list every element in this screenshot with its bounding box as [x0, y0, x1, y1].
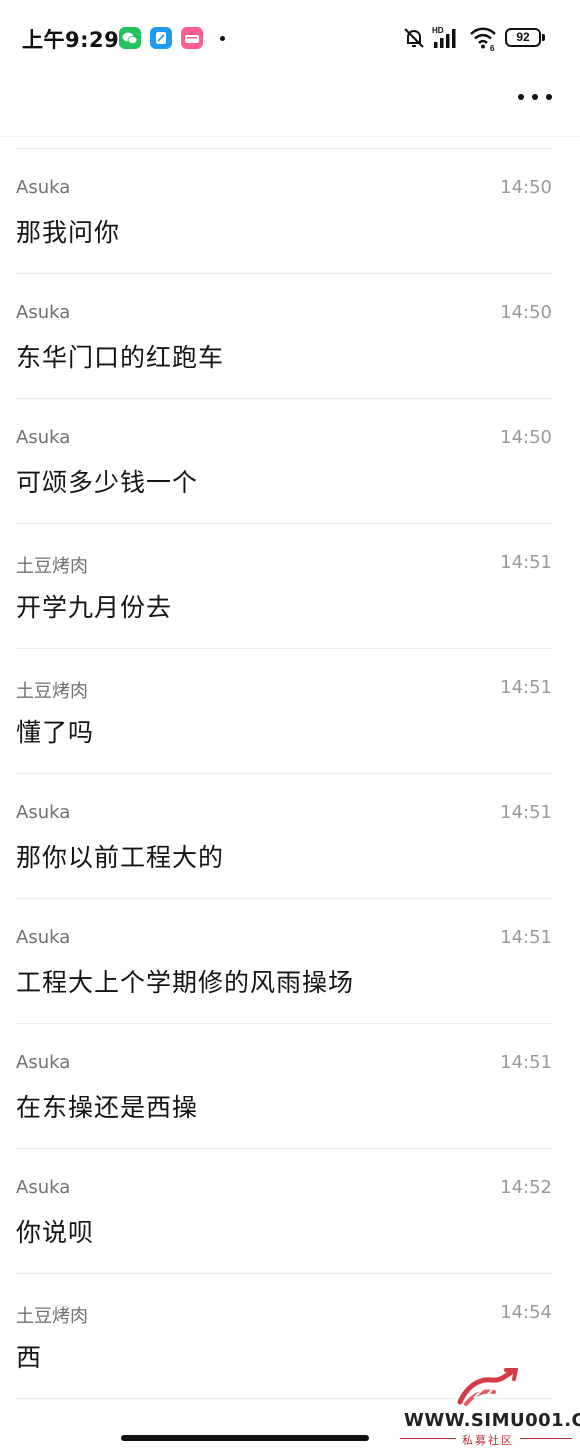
message-sender: Asuka	[16, 1177, 71, 1198]
message-time: 14:54	[500, 1302, 552, 1323]
list-item[interactable]: 土豆烤肉 14:51 懂了吗	[15, 649, 553, 774]
battery-tip	[542, 34, 545, 41]
message-time: 14:51	[500, 552, 552, 573]
watermark-subtitle: 私募社区	[462, 1434, 514, 1447]
network-label: HD	[432, 26, 444, 35]
message-sender: Asuka	[16, 1052, 71, 1073]
message-time: 14:50	[500, 302, 552, 323]
list-item[interactable]: Asuka 14:51 工程大上个学期修的风雨操场	[15, 899, 553, 1024]
message-text: 工程大上个学期修的风雨操场	[16, 968, 355, 997]
message-text: 那我问你	[16, 218, 121, 247]
message-text: 西	[16, 1343, 43, 1372]
watermark-divider-right	[520, 1438, 572, 1439]
message-time: 14:51	[500, 677, 552, 698]
list-item[interactable]: 土豆烤肉 14:51 开学九月份去	[15, 524, 553, 649]
message-text: 懂了吗	[16, 718, 95, 747]
wechat-icon	[119, 27, 141, 49]
message-sender: Asuka	[16, 427, 71, 448]
top-bar	[0, 76, 580, 137]
message-text: 那你以前工程大的	[16, 843, 225, 872]
message-time: 14:51	[500, 1052, 552, 1073]
home-indicator[interactable]	[121, 1435, 369, 1441]
watermark-url: WWW.SIMU001.CN	[404, 1410, 580, 1431]
watermark-logo-icon	[456, 1367, 520, 1412]
message-sender: 土豆烤肉	[16, 556, 88, 577]
message-text: 你说呗	[16, 1218, 95, 1247]
wifi-icon: 6	[469, 26, 499, 56]
list-item[interactable]: Asuka 14:51 那你以前工程大的	[15, 774, 553, 899]
message-time: 14:52	[500, 1177, 552, 1198]
status-time: 上午9:29	[22, 28, 120, 52]
signal-icon: HD	[432, 26, 462, 54]
more-horizontal-icon	[518, 94, 524, 100]
message-time: 14:50	[500, 177, 552, 198]
message-sender: 土豆烤肉	[16, 681, 88, 702]
status-bar: 上午9:29 HD 6 92	[0, 0, 580, 76]
wifi-label: 6	[490, 44, 495, 52]
notification-dot	[220, 36, 225, 41]
app-pink-icon	[181, 27, 203, 49]
message-time: 14:51	[500, 927, 552, 948]
message-sender: Asuka	[16, 302, 71, 323]
message-sender: Asuka	[16, 927, 71, 948]
list-item[interactable]: Asuka 14:50 可颂多少钱一个	[15, 399, 553, 524]
list-item[interactable]: Asuka 14:50 东华门口的红跑车	[15, 274, 553, 399]
message-sender: Asuka	[16, 802, 71, 823]
message-text: 在东操还是西操	[16, 1093, 199, 1122]
message-list[interactable]: Asuka 14:50 那我问你 Asuka 14:50 东华门口的红跑车 As…	[15, 148, 553, 1399]
message-sender: Asuka	[16, 177, 71, 198]
message-text: 东华门口的红跑车	[16, 343, 225, 372]
app-blue-icon	[150, 27, 172, 49]
message-text: 可颂多少钱一个	[16, 468, 199, 497]
message-sender: 土豆烤肉	[16, 1306, 88, 1327]
list-item[interactable]: Asuka 14:51 在东操还是西操	[15, 1024, 553, 1149]
watermark: WWW.SIMU001.CN 私募社区	[400, 1367, 580, 1447]
list-item[interactable]: Asuka 14:52 你说呗	[15, 1149, 553, 1274]
message-time: 14:50	[500, 427, 552, 448]
list-item[interactable]: Asuka 14:50 那我问你	[15, 149, 553, 274]
battery-icon: 92	[505, 28, 541, 47]
mute-icon	[402, 26, 426, 54]
more-button[interactable]	[518, 92, 552, 102]
message-time: 14:51	[500, 802, 552, 823]
watermark-divider-left	[400, 1438, 456, 1439]
message-text: 开学九月份去	[16, 593, 173, 622]
